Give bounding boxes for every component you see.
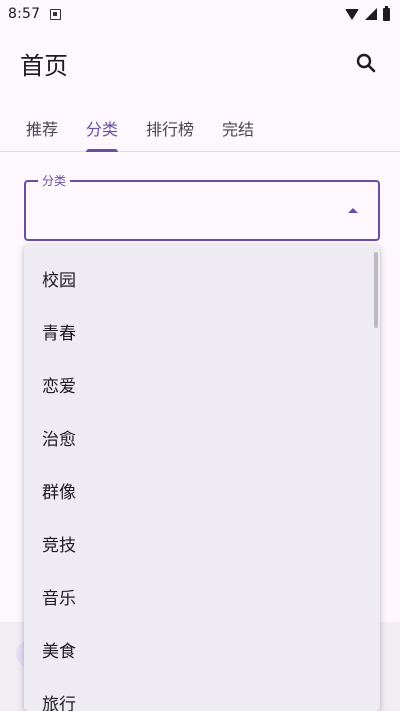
- signal-icon: [365, 8, 377, 20]
- tab-label: 完结: [222, 119, 255, 139]
- tab-bar: 推荐 分类 排行榜 完结: [0, 104, 400, 152]
- tab-recommend[interactable]: 推荐: [12, 104, 72, 151]
- menu-item-label: 治愈: [42, 430, 76, 450]
- menu-item[interactable]: 美食: [24, 623, 380, 676]
- menu-item-label: 恋爱: [42, 377, 76, 397]
- wifi-icon: [345, 8, 359, 20]
- tab-completed[interactable]: 完结: [208, 104, 268, 151]
- menu-item-label: 旅行: [42, 695, 76, 711]
- caret-up-icon: [348, 208, 358, 213]
- menu-item-label: 音乐: [42, 589, 76, 609]
- tab-label: 分类: [86, 119, 119, 139]
- search-icon: [356, 53, 376, 73]
- menu-item-label: 美食: [42, 642, 76, 662]
- tab-category[interactable]: 分类: [72, 104, 132, 152]
- tab-ranking[interactable]: 排行榜: [132, 104, 208, 151]
- menu-item[interactable]: 旅行: [24, 676, 380, 711]
- battery-icon: [383, 5, 390, 21]
- status-icons: [345, 5, 390, 21]
- status-bar: 8:57: [0, 0, 400, 28]
- menu-item-label: 群像: [42, 483, 76, 503]
- tab-label: 排行榜: [146, 119, 195, 139]
- page-title: 首页: [20, 51, 68, 80]
- menu-item[interactable]: 校园: [24, 252, 380, 305]
- category-select[interactable]: 分类: [24, 172, 380, 241]
- menu-item[interactable]: 音乐: [24, 570, 380, 623]
- tab-label: 推荐: [26, 119, 59, 139]
- menu-item[interactable]: 群像: [24, 464, 380, 517]
- menu-item[interactable]: 恋爱: [24, 358, 380, 411]
- search-button[interactable]: [352, 49, 380, 77]
- menu-item[interactable]: 治愈: [24, 411, 380, 464]
- menu-item[interactable]: 青春: [24, 305, 380, 358]
- notification-icon: [50, 8, 62, 20]
- menu-item-label: 校园: [42, 271, 76, 291]
- menu-item-label: 青春: [42, 324, 76, 344]
- app-bar: 首页: [0, 28, 400, 98]
- menu-item-label: 竞技: [42, 536, 76, 556]
- menu-scrollbar[interactable]: [374, 252, 378, 328]
- menu-item[interactable]: 竞技: [24, 517, 380, 570]
- status-time: 8:57: [8, 6, 41, 22]
- category-dropdown-menu: 校园 青春 恋爱 治愈 群像 竞技 音乐 美食 旅行: [24, 244, 380, 711]
- category-select-label: 分类: [38, 172, 71, 189]
